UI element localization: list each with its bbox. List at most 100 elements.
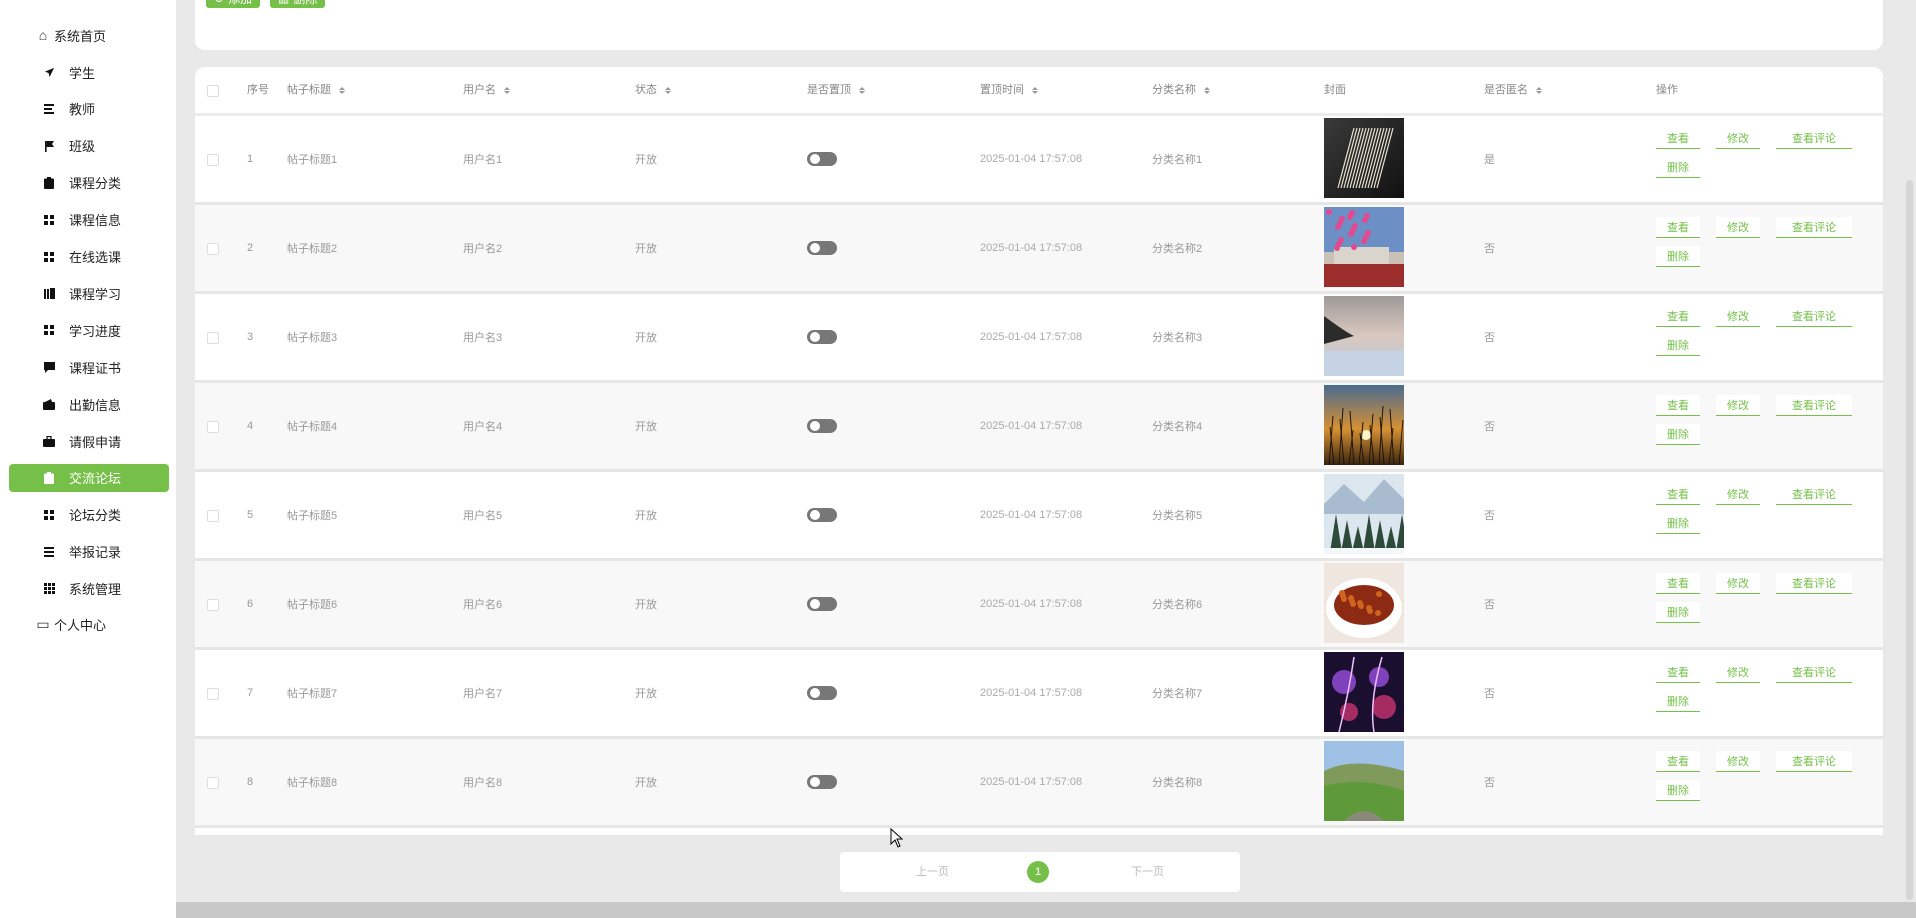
delete-row-button[interactable]: 删除 bbox=[1656, 424, 1700, 445]
pinned-toggle[interactable] bbox=[807, 241, 837, 255]
delete-button[interactable]: ▥ 删除 bbox=[270, 0, 326, 8]
sidebar-item-profile[interactable]: ▭ 个人中心 bbox=[9, 610, 169, 638]
edit-button[interactable]: 修改 bbox=[1716, 395, 1760, 416]
pinned-toggle[interactable] bbox=[807, 686, 837, 700]
sidebar-item-home[interactable]: ⌂ 系统首页 bbox=[9, 21, 169, 49]
table-header: 序号 帖子标题 用户名 状态 是否置顶 置顶时间 分类名称 封面 是否匿名 操作 bbox=[195, 67, 1883, 116]
row-checkbox[interactable] bbox=[207, 332, 219, 344]
sidebar-item-14[interactable]: 举报记录 bbox=[9, 538, 169, 566]
view-comments-button[interactable]: 查看评论 bbox=[1776, 484, 1852, 505]
row-checkbox[interactable] bbox=[207, 599, 219, 611]
sidebar-item-15[interactable]: 系统管理 bbox=[9, 575, 169, 603]
view-button[interactable]: 查看 bbox=[1656, 395, 1700, 416]
sidebar-item-10[interactable]: 出勤信息 bbox=[9, 390, 169, 418]
cell-username: 用户名5 bbox=[463, 510, 503, 522]
cell-category: 分类名称1 bbox=[1152, 154, 1203, 166]
pinned-toggle[interactable] bbox=[807, 508, 837, 522]
sidebar-item-6[interactable]: 在线选课 bbox=[9, 243, 169, 271]
sort-icon[interactable] bbox=[665, 86, 671, 94]
col-pinned[interactable]: 是否置顶 bbox=[807, 67, 865, 113]
row-checkbox[interactable] bbox=[207, 421, 219, 433]
row-checkbox[interactable] bbox=[207, 243, 219, 255]
view-comments-button[interactable]: 查看评论 bbox=[1776, 573, 1852, 594]
delete-row-button[interactable]: 删除 bbox=[1656, 602, 1700, 623]
row-checkbox[interactable] bbox=[207, 510, 219, 522]
view-comments-button[interactable]: 查看评论 bbox=[1776, 128, 1852, 149]
row-index: 4 bbox=[247, 420, 254, 432]
view-button[interactable]: 查看 bbox=[1656, 128, 1700, 149]
cover-image-blossom-building bbox=[1324, 207, 1404, 287]
cell-category: 分类名称3 bbox=[1152, 332, 1203, 344]
edit-button[interactable]: 修改 bbox=[1716, 217, 1760, 238]
edit-button[interactable]: 修改 bbox=[1716, 573, 1760, 594]
delete-row-button[interactable]: 删除 bbox=[1656, 513, 1700, 534]
pinned-toggle[interactable] bbox=[807, 597, 837, 611]
sort-icon[interactable] bbox=[1204, 86, 1210, 94]
view-comments-button[interactable]: 查看评论 bbox=[1776, 751, 1852, 772]
add-button[interactable]: ⊕ 添加 bbox=[206, 0, 261, 8]
sidebar-item-label: 课程分类 bbox=[69, 176, 122, 192]
sidebar-item-2[interactable]: 教师 bbox=[9, 95, 169, 123]
sidebar-item-1[interactable]: 学生 bbox=[9, 58, 169, 86]
cell-username: 用户名3 bbox=[463, 332, 503, 344]
view-button[interactable]: 查看 bbox=[1656, 573, 1700, 594]
sort-icon[interactable] bbox=[1032, 86, 1038, 94]
edit-button[interactable]: 修改 bbox=[1716, 484, 1760, 505]
sort-icon[interactable] bbox=[339, 86, 345, 94]
edit-button[interactable]: 修改 bbox=[1716, 128, 1760, 149]
pinned-toggle[interactable] bbox=[807, 152, 837, 166]
sort-icon[interactable] bbox=[859, 86, 865, 94]
pinned-toggle[interactable] bbox=[807, 330, 837, 344]
sidebar-item-9[interactable]: 课程证书 bbox=[9, 353, 169, 381]
library-icon bbox=[41, 285, 57, 301]
col-username[interactable]: 用户名 bbox=[463, 67, 510, 113]
horizontal-scrollbar[interactable] bbox=[176, 902, 1916, 918]
col-status[interactable]: 状态 bbox=[635, 67, 671, 113]
view-comments-button[interactable]: 查看评论 bbox=[1776, 662, 1852, 683]
sidebar-item-3[interactable]: 班级 bbox=[9, 132, 169, 160]
prev-page-button[interactable]: 上一页 bbox=[916, 852, 949, 892]
delete-row-button[interactable]: 删除 bbox=[1656, 335, 1700, 356]
view-comments-button[interactable]: 查看评论 bbox=[1776, 217, 1852, 238]
sort-icon[interactable] bbox=[504, 86, 510, 94]
view-button[interactable]: 查看 bbox=[1656, 662, 1700, 683]
delete-row-button[interactable]: 删除 bbox=[1656, 157, 1700, 178]
select-all-checkbox[interactable] bbox=[207, 85, 219, 97]
sidebar-item-12[interactable]: 交流论坛 bbox=[9, 463, 169, 492]
cell-anonymous: 否 bbox=[1484, 777, 1495, 789]
row-checkbox[interactable] bbox=[207, 154, 219, 166]
sidebar-item-8[interactable]: 学习进度 bbox=[9, 316, 169, 344]
view-comments-button[interactable]: 查看评论 bbox=[1776, 395, 1852, 416]
edit-button[interactable]: 修改 bbox=[1716, 662, 1760, 683]
sidebar-item-4[interactable]: 课程分类 bbox=[9, 169, 169, 197]
view-button[interactable]: 查看 bbox=[1656, 751, 1700, 772]
view-button[interactable]: 查看 bbox=[1656, 217, 1700, 238]
view-comments-button[interactable]: 查看评论 bbox=[1776, 306, 1852, 327]
view-button[interactable]: 查看 bbox=[1656, 306, 1700, 327]
vertical-scrollbar-thumb[interactable] bbox=[1906, 180, 1913, 900]
sidebar-item-13[interactable]: 论坛分类 bbox=[9, 501, 169, 529]
page-number-current[interactable]: 1 bbox=[1027, 861, 1049, 883]
col-pin-time[interactable]: 置顶时间 bbox=[980, 67, 1038, 113]
cell-anonymous: 否 bbox=[1484, 421, 1495, 433]
next-page-button[interactable]: 下一页 bbox=[1131, 852, 1164, 892]
sidebar-item-label: 班级 bbox=[69, 139, 96, 155]
delete-row-button[interactable]: 删除 bbox=[1656, 780, 1700, 801]
delete-row-button[interactable]: 删除 bbox=[1656, 246, 1700, 267]
sidebar-item-11[interactable]: 请假申请 bbox=[9, 427, 169, 455]
col-title[interactable]: 帖子标题 bbox=[287, 67, 345, 113]
edit-button[interactable]: 修改 bbox=[1716, 751, 1760, 772]
edit-button[interactable]: 修改 bbox=[1716, 306, 1760, 327]
row-checkbox[interactable] bbox=[207, 777, 219, 789]
view-button[interactable]: 查看 bbox=[1656, 484, 1700, 505]
col-category[interactable]: 分类名称 bbox=[1152, 67, 1210, 113]
sidebar-item-label: 交流论坛 bbox=[69, 471, 122, 487]
delete-row-button[interactable]: 删除 bbox=[1656, 691, 1700, 712]
sort-icon[interactable] bbox=[1536, 86, 1542, 94]
sidebar-item-5[interactable]: 课程信息 bbox=[9, 206, 169, 234]
pinned-toggle[interactable] bbox=[807, 775, 837, 789]
pinned-toggle[interactable] bbox=[807, 419, 837, 433]
col-anonymous[interactable]: 是否匿名 bbox=[1484, 67, 1542, 113]
sidebar-item-7[interactable]: 课程学习 bbox=[9, 279, 169, 307]
row-checkbox[interactable] bbox=[207, 688, 219, 700]
